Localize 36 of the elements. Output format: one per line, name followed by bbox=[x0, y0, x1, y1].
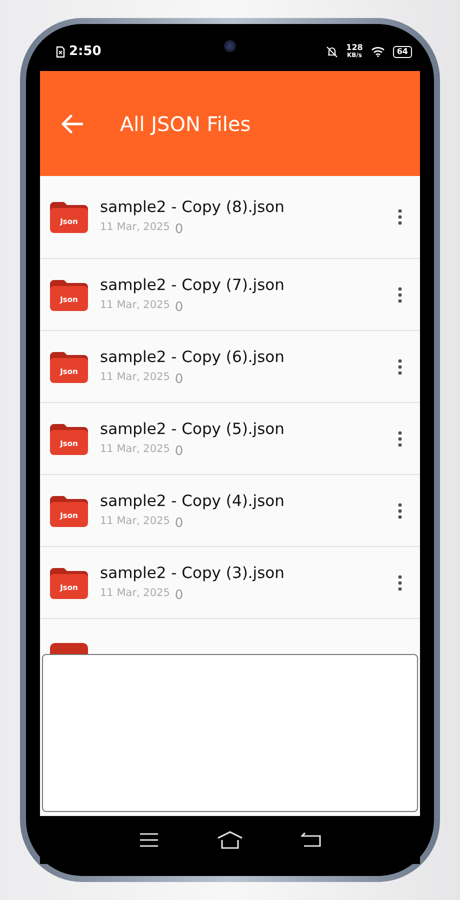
file-size: 0 bbox=[174, 370, 184, 389]
more-options-icon[interactable] bbox=[398, 574, 402, 591]
more-options-icon[interactable] bbox=[398, 358, 402, 375]
file-size: 0 bbox=[174, 514, 184, 533]
file-date: 11 Mar, 2025 bbox=[100, 220, 170, 236]
file-name: sample2 - Copy (7).json bbox=[100, 276, 284, 295]
back-arrow-icon[interactable] bbox=[60, 114, 84, 134]
status-time: 2:50 bbox=[69, 42, 102, 61]
file-date: 11 Mar, 2025 bbox=[100, 298, 170, 313]
network-speed: 128 bbox=[346, 44, 363, 52]
more-options-icon[interactable] bbox=[398, 502, 402, 519]
sim-icon bbox=[56, 46, 65, 58]
more-options-icon[interactable] bbox=[398, 430, 402, 447]
file-name: sample2 - Copy (5).json bbox=[100, 420, 284, 439]
file-date: 11 Mar, 2025 bbox=[100, 586, 170, 601]
alarm-off-icon bbox=[326, 46, 338, 58]
file-date: 11 Mar, 2025 bbox=[100, 370, 170, 385]
wifi-icon bbox=[370, 46, 385, 57]
file-name: sample2 - Copy (4).json bbox=[100, 492, 284, 511]
more-options-icon[interactable] bbox=[398, 209, 402, 226]
folder-icon bbox=[50, 642, 88, 654]
file-date: 11 Mar, 2025 bbox=[100, 442, 170, 457]
back-icon[interactable] bbox=[301, 832, 321, 848]
file-name: sample2 - Copy (6).json bbox=[100, 348, 284, 367]
menu-icon[interactable] bbox=[139, 832, 159, 848]
file-size: 0 bbox=[174, 298, 184, 317]
file-date: 11 Mar, 2025 bbox=[100, 514, 170, 529]
file-name: sample2 - Copy (3).json bbox=[100, 564, 284, 583]
file-size: 0 bbox=[174, 586, 184, 605]
more-options-icon[interactable] bbox=[398, 286, 402, 303]
file-name: sample2 - Copy (8).json bbox=[100, 198, 284, 218]
file-size: 0 bbox=[174, 221, 184, 240]
app-bar-title: All JSON Files bbox=[120, 110, 251, 138]
battery-level: 64 bbox=[392, 46, 412, 58]
home-icon[interactable] bbox=[217, 831, 243, 849]
file-size: 0 bbox=[174, 442, 184, 461]
